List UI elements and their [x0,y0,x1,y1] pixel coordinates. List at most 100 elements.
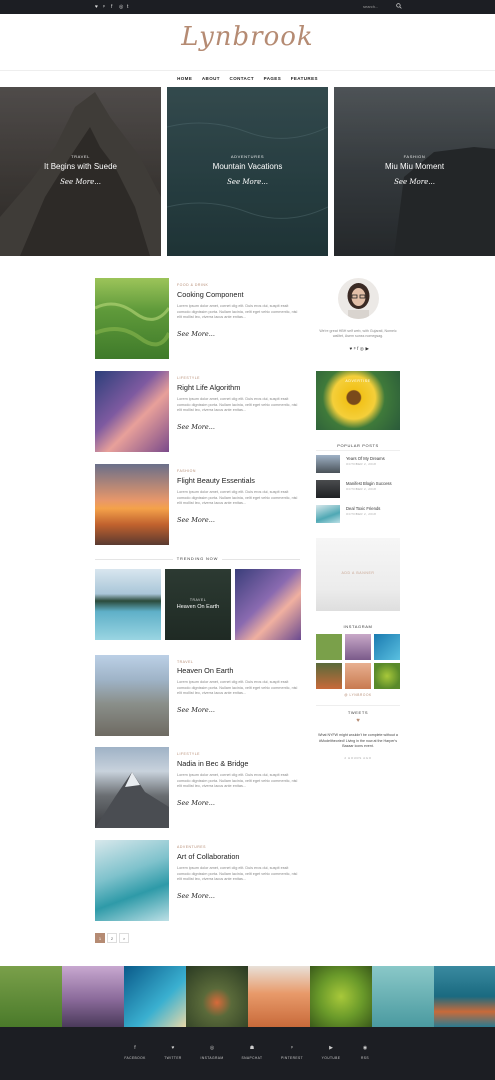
trending-title[interactable]: Heaven On Earth [165,604,231,610]
gallery-photo[interactable] [62,966,124,1027]
popular-post-date: OCTOBER 2, 2018 [346,512,377,516]
see-more-link[interactable]: See More... [177,892,215,900]
gallery-photo[interactable] [0,966,62,1027]
instagram-photo[interactable] [345,663,371,689]
gallery-photo[interactable] [124,966,186,1027]
hero-title[interactable]: Miu Miu Moment [334,162,495,171]
popular-post-thumbnail[interactable] [316,480,340,498]
sidebar-banner[interactable]: ADD A BANNER [316,538,400,611]
post-excerpt: Lorem ipsum dolor amet, cornet clig elit… [177,397,298,412]
trending-card[interactable] [95,569,161,640]
about-text: We're great HBH self web, with Gujarati,… [319,329,397,338]
search-icon[interactable] [396,3,402,9]
sidebar-ad[interactable]: ADVERTISE [316,371,400,430]
popular-post-title[interactable]: Years Of My Dreams [346,456,385,461]
pagination-page-1[interactable]: 1 [95,933,105,943]
avatar[interactable] [338,278,379,319]
post-title[interactable]: Cooking Component [177,290,244,299]
post-excerpt: Lorem ipsum dolor amet, cornet clig elit… [177,490,298,505]
see-more-link[interactable]: See More... [177,516,215,524]
post-thumbnail[interactable] [95,840,169,921]
post-title[interactable]: Right Life Algorithm [177,383,240,392]
avatar-image [347,283,370,319]
main-nav: HOME ABOUT CONTACT PAGES FEATURES [0,70,495,87]
gallery-photo[interactable] [434,966,495,1027]
footer: f FACEBOOK ♥ TWITTER ◎ INSTAGRAM ☗ SNAPC… [0,1027,495,1080]
post-excerpt: Lorem ipsum dolor amet, cornet clig elit… [177,304,298,319]
tweets-heading: TWEETS [347,710,369,715]
trending-card-featured[interactable]: TRAVEL Heaven On Earth [165,569,231,640]
gallery-photo[interactable] [186,966,248,1027]
see-more-link[interactable]: See More... [177,423,215,431]
post-title[interactable]: Heaven On Earth [177,666,233,675]
post-category[interactable]: ADVENTURES [177,845,206,849]
tumblr-icon[interactable]: t [127,3,128,11]
tweet-time: 2 HOURS AGO [344,756,372,760]
post-category[interactable]: LIFESTYLE [177,376,200,380]
nav-item-about[interactable]: ABOUT [202,71,220,87]
post-title[interactable]: Art of Collaboration [177,852,239,861]
post-thumbnail[interactable] [95,655,169,736]
trending-heading: TRENDING NOW [176,556,219,561]
trending-category: TRAVEL [189,598,207,602]
twitter-icon[interactable]: ♥ [95,3,98,11]
popular-post-date: OCTOBER 2, 2018 [346,487,377,491]
post-thumbnail[interactable] [95,747,169,828]
hero-slide-2[interactable]: ADVENTURES Mountain Vacations See More..… [167,87,328,256]
hero-title[interactable]: Mountain Vacations [167,162,328,171]
nav-item-pages[interactable]: PAGES [264,71,281,87]
hero-title[interactable]: It Begins with Suede [0,162,161,171]
hero-image-2 [167,87,328,256]
see-more-link[interactable]: See More... [334,178,495,186]
pagination-page-2[interactable]: 2 [107,933,117,943]
facebook-icon[interactable]: f [111,3,112,11]
hero-slide-1[interactable]: TRAVEL It Begins with Suede See More... [0,87,161,256]
see-more-link[interactable]: See More... [177,799,215,807]
nav-item-features[interactable]: FEATURES [291,71,318,87]
post-category[interactable]: TRAVEL [177,660,193,664]
trending-card[interactable] [235,569,301,640]
rss-icon: ◉ [362,1045,368,1051]
youtube-icon[interactable]: ▶ [365,346,370,351]
about-social: ♥ᵖf◎▶ [340,346,380,352]
popular-post-title[interactable]: Manifest Blogin Success [346,481,392,486]
post-title[interactable]: Nadia in Bec & Bridge [177,759,248,768]
footer-link-rss[interactable]: ◉ RSS [335,1045,395,1060]
gallery-photo[interactable] [310,966,372,1027]
instagram-photo[interactable] [316,634,342,660]
gallery-photo[interactable] [248,966,310,1027]
nav-item-contact[interactable]: CONTACT [230,71,254,87]
popular-post-thumbnail[interactable] [316,505,340,523]
post-excerpt: Lorem ipsum dolor amet, cornet clig elit… [177,680,298,695]
see-more-link[interactable]: See More... [177,330,215,338]
pagination-next[interactable]: > [119,933,129,943]
instagram-photo[interactable] [374,663,400,689]
post-image [95,302,169,347]
hero-category: FASHION [403,154,426,159]
instagram-photo[interactable] [316,663,342,689]
site-logo[interactable]: Lynbrook [0,22,495,52]
pinterest-icon[interactable]: ᵖ [103,3,105,11]
post-category[interactable]: LIFESTYLE [177,752,200,756]
see-more-link[interactable]: See More... [0,178,161,186]
instagram-handle[interactable]: @ LYNBROOK [316,693,400,697]
hero-slide-3[interactable]: FASHION Miu Miu Moment See More... [334,87,495,256]
popular-post-title[interactable]: Deal Toxic Friends [346,506,380,511]
post-category[interactable]: FASHION [177,469,196,473]
gallery-photo[interactable] [372,966,434,1027]
see-more-link[interactable]: See More... [177,706,215,714]
instagram-photo[interactable] [374,634,400,660]
post-thumbnail[interactable] [95,278,169,359]
post-category[interactable]: FOOD & DRINK [177,283,208,287]
post-image [95,772,169,828]
see-more-link[interactable]: See More... [167,178,328,186]
post-title[interactable]: Flight Beauty Essentials [177,476,255,485]
popular-post-date: OCTOBER 2, 2018 [346,462,377,466]
popular-post-thumbnail[interactable] [316,455,340,473]
post-thumbnail[interactable] [95,371,169,452]
post-thumbnail[interactable] [95,464,169,545]
instagram-photo[interactable] [345,634,371,660]
instagram-icon[interactable]: ◎ [119,3,123,11]
post-excerpt: Lorem ipsum dolor amet, cornet clig elit… [177,773,298,788]
nav-item-home[interactable]: HOME [177,71,192,87]
